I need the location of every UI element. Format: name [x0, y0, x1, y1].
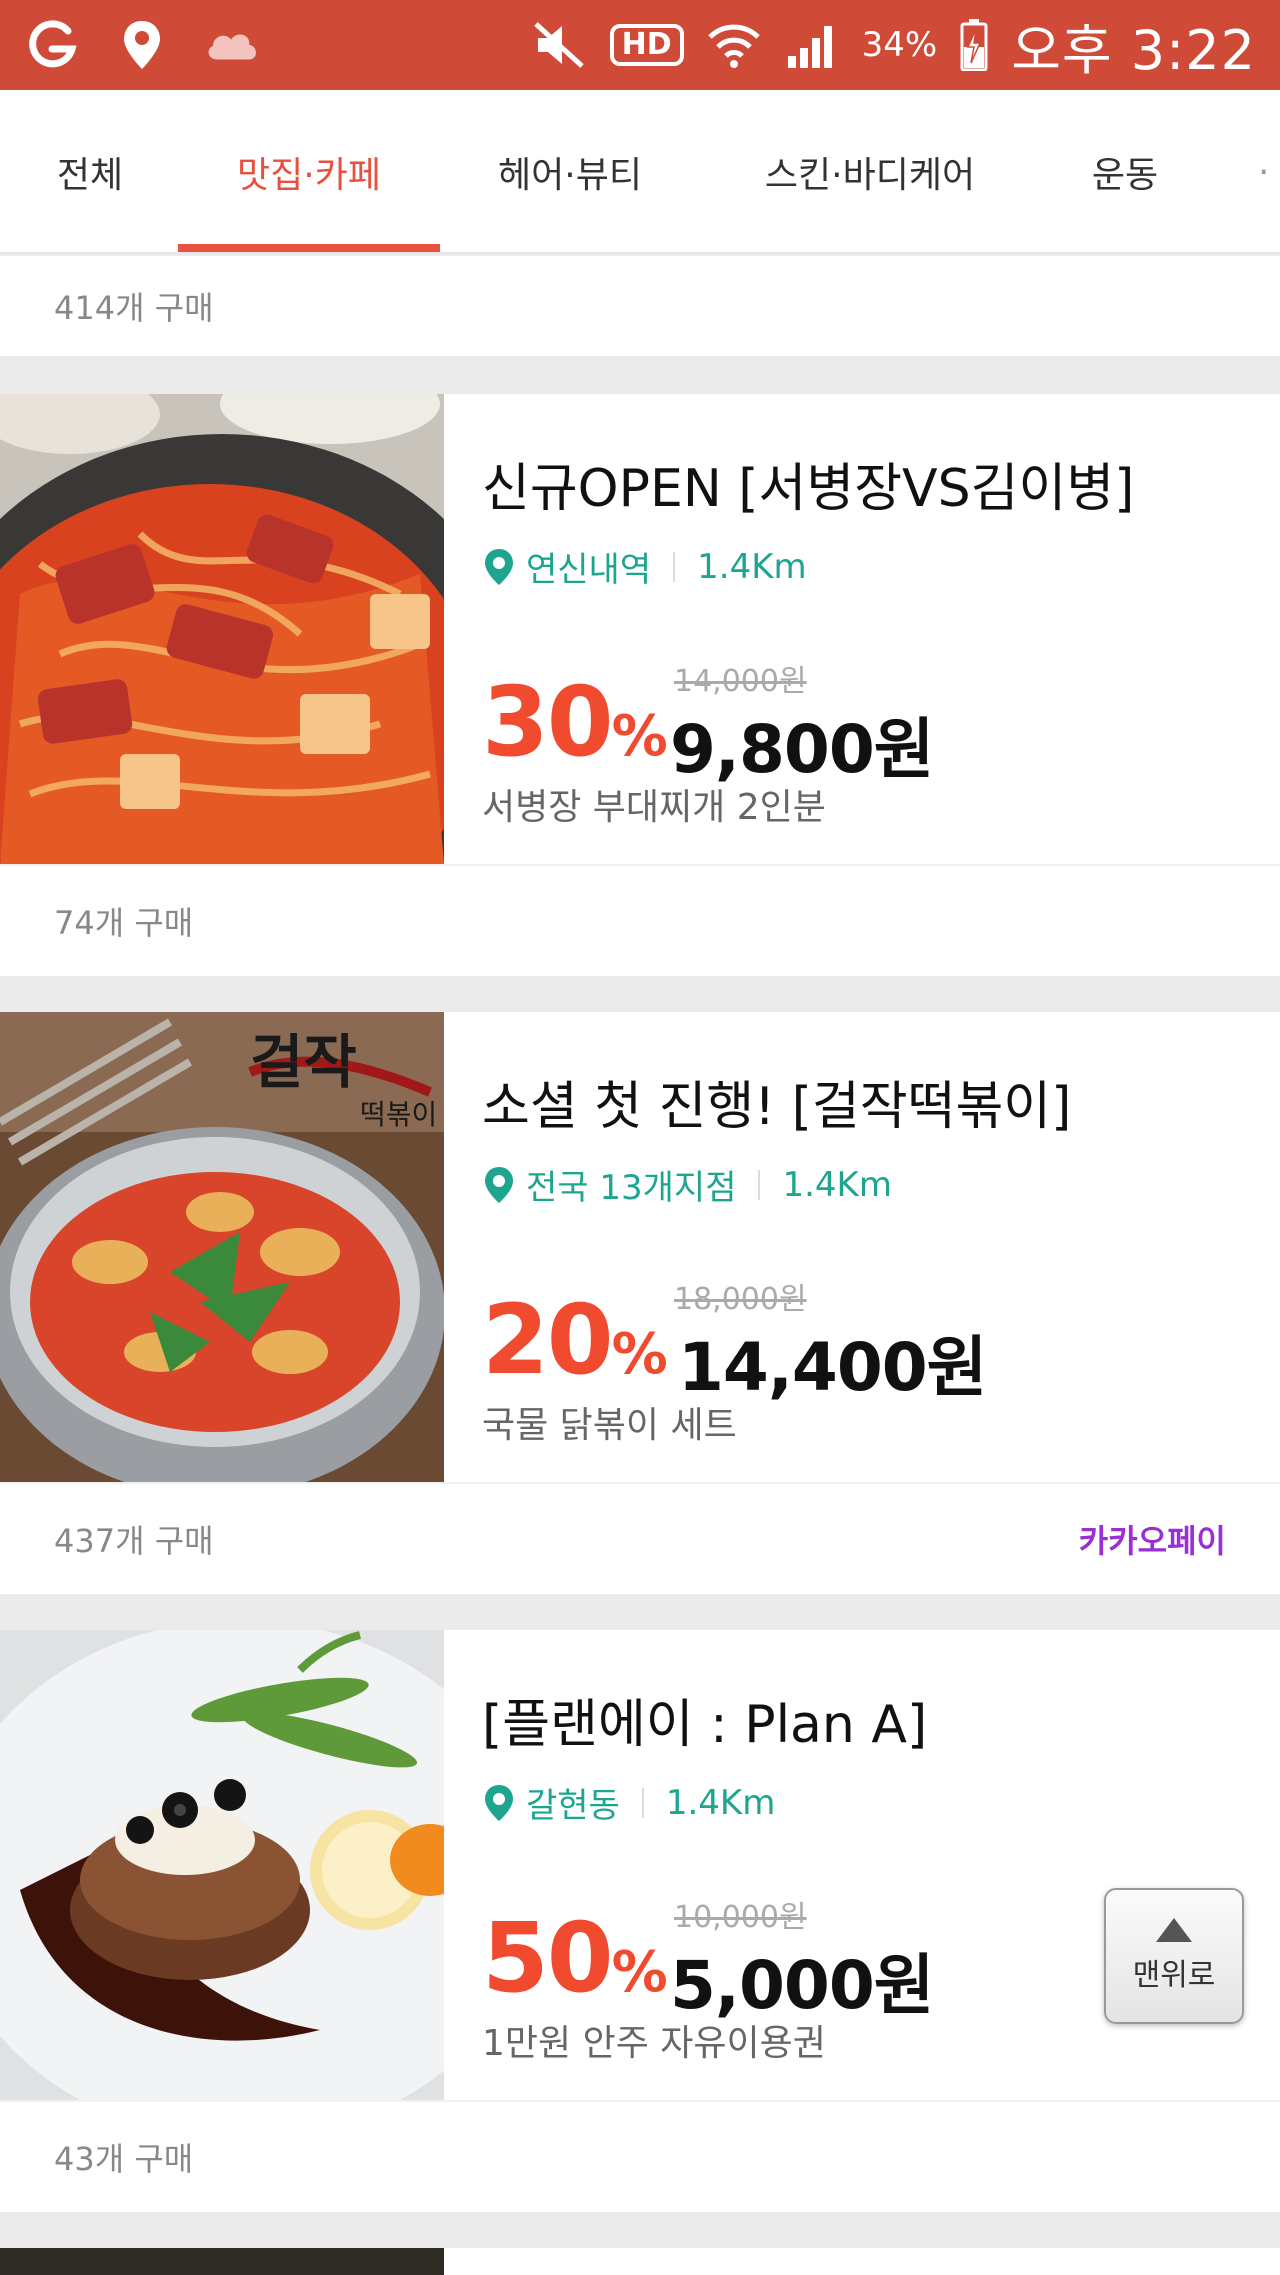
cloud-icon [204, 17, 260, 73]
deal-card[interactable] [0, 2248, 1280, 2275]
deal-description: 1만원 안주 자유이용권 [482, 2023, 826, 2064]
clock: 오후 3:22 [1011, 18, 1256, 82]
deal-title: 신규OPEN [서병장VS김이병] [482, 459, 1135, 519]
app-notification-icon [24, 17, 80, 73]
location-pin-icon [485, 548, 513, 585]
deal-title: 소셜 첫 진행! [걸작떡볶이] [482, 1077, 1072, 1137]
purchase-count: 414개 구매 [54, 289, 214, 327]
mute-icon [532, 17, 588, 73]
discount-rate: 50% [482, 1902, 668, 2014]
deal-card[interactable]: 신규OPEN [서병장VS김이병] 연신내역 1.4Km 14,000원 30%… [0, 394, 1280, 864]
deal-info: [플랜에이 : Plan A] 갈현동 1.4Km 10,000원 50% 5,… [482, 1630, 1262, 2100]
deal-distance: 1.4Km [665, 1782, 776, 1823]
location-pin-icon [485, 1784, 513, 1821]
purchase-count-strip: 437개 구매 카카오페이 [0, 1484, 1280, 1594]
tab-skin-bodycare[interactable]: 스킨·바디케어 [740, 90, 1000, 252]
separator [673, 551, 676, 582]
original-price: 10,000원 [674, 1900, 807, 1935]
deal-location-name: 전국 13개지점 [526, 1168, 737, 1208]
deal-card[interactable]: 걸작 떡볶이 소셜 첫 진행! [걸작떡볶이] 전국 13개지점 1.4Km 1… [0, 1012, 1280, 1482]
deal-image-logo: 걸작 [250, 1028, 357, 1096]
kakaopay-badge: 카카오페이 [1078, 1522, 1226, 1560]
tab-hair-beauty[interactable]: 헤어·뷰티 [470, 90, 670, 252]
signal-icon [784, 17, 840, 73]
wifi-icon [706, 17, 762, 73]
deal-location: 전국 13개지점 1.4Km [482, 1160, 892, 1209]
svg-text:떡볶이: 떡볶이 [360, 1098, 437, 1131]
battery-percent: 34% [861, 25, 938, 65]
tab-food-cafe[interactable]: 맛집·카페 [178, 90, 440, 252]
deal-location-name: 연신내역 [526, 550, 652, 590]
category-tab-bar: 전체 맛집·카페 헤어·뷰티 스킨·바디케어 운동 · [0, 90, 1280, 254]
deal-distance: 1.4Km [782, 1164, 892, 1205]
location-pin-icon [485, 1166, 513, 1203]
deal-card[interactable]: [플랜에이 : Plan A] 갈현동 1.4Km 10,000원 50% 5,… [0, 1630, 1280, 2100]
purchase-count: 437개 구매 [54, 1522, 214, 1560]
deal-image-next [0, 2248, 444, 2275]
purchase-count-strip: 74개 구매 [0, 866, 1280, 976]
purchase-count: 43개 구매 [54, 2140, 194, 2178]
deal-info: 신규OPEN [서병장VS김이병] 연신내역 1.4Km 14,000원 30%… [482, 394, 1262, 864]
arrow-up-icon [1156, 1918, 1192, 1942]
deal-title: [플랜에이 : Plan A] [482, 1695, 928, 1755]
discount-rate: 20% [482, 1284, 668, 1396]
tab-all[interactable]: 전체 [30, 90, 150, 252]
deal-location-name: 갈현동 [526, 1786, 620, 1826]
battery-charging-icon [959, 17, 989, 73]
deal-location: 갈현동 1.4Km [482, 1778, 775, 1827]
discount-rate: 30% [482, 666, 668, 778]
deal-image-tteokbokki: 걸작 떡볶이 [0, 1012, 444, 1482]
deal-description: 국물 닭볶이 세트 [482, 1405, 737, 1446]
separator [758, 1169, 761, 1200]
deal-image-budae-jjigae [0, 394, 444, 864]
deal-info: 소셜 첫 진행! [걸작떡볶이] 전국 13개지점 1.4Km 18,000원 … [482, 1012, 1262, 1482]
deal-description: 서병장 부대찌개 2인분 [482, 787, 826, 828]
separator [641, 1787, 644, 1818]
purchase-count-strip: 43개 구매 [0, 2102, 1280, 2212]
active-tab-indicator [178, 244, 440, 252]
purchase-count: 74개 구매 [54, 904, 194, 942]
purchase-count-strip: 414개 구매 [0, 256, 1280, 356]
deal-location: 연신내역 1.4Km [482, 542, 807, 591]
status-bar: HD 34% 오후 3:22 [0, 0, 1280, 90]
location-icon [114, 17, 170, 73]
original-price: 18,000원 [674, 1282, 807, 1317]
tab-next-partial[interactable]: · [1258, 90, 1280, 252]
original-price: 14,000원 [674, 664, 807, 699]
scroll-to-top-label: 맨위로 [1132, 1958, 1216, 1993]
hd-voice-icon: HD [609, 24, 684, 66]
tab-exercise[interactable]: 운동 [1060, 90, 1190, 252]
deal-distance: 1.4Km [697, 546, 807, 587]
deal-image-steak [0, 1630, 444, 2100]
scroll-to-top-button[interactable]: 맨위로 [1104, 1888, 1244, 2024]
